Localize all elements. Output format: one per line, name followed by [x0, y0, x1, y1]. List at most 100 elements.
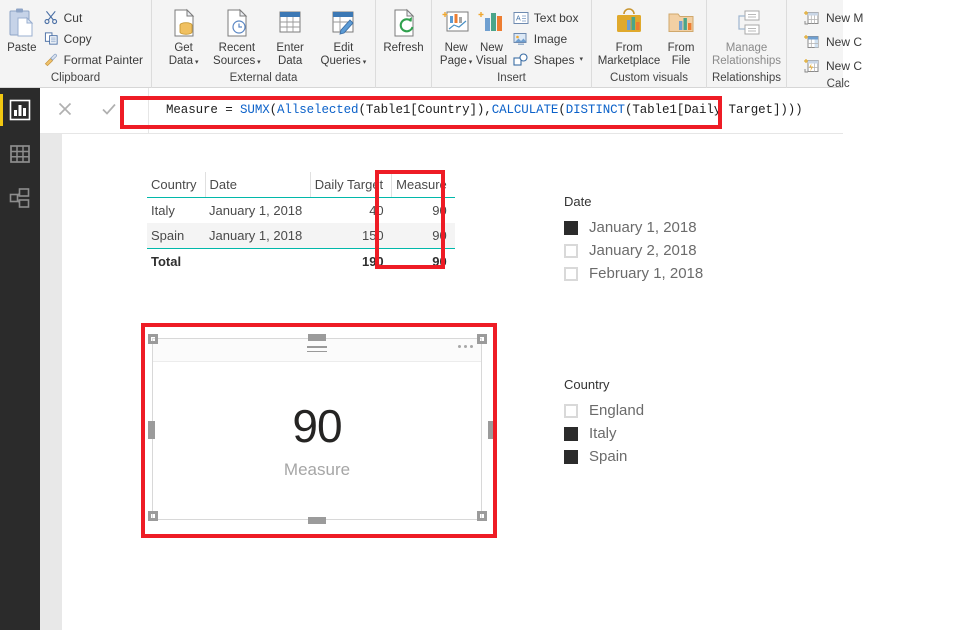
column-header-measure[interactable]: Measure — [391, 172, 455, 198]
manage-relationships-icon — [731, 6, 763, 40]
checkbox-checked[interactable] — [564, 220, 578, 235]
new-visual-button[interactable]: New Visual — [474, 4, 509, 67]
new-column-icon — [803, 34, 821, 50]
resize-handle-left[interactable] — [148, 421, 155, 439]
country-slicer-item-england[interactable]: England — [564, 399, 644, 422]
edit-queries-button[interactable]: Edit Queries ▾ — [318, 4, 369, 67]
resize-handle-bottom[interactable] — [308, 517, 326, 524]
manage-relationships-button[interactable]: Manage Relationships — [712, 4, 781, 67]
column-header-daily-target[interactable]: Daily Target — [309, 172, 392, 198]
new-measure-button[interactable]: New M — [801, 6, 865, 30]
date-slicer-item-jan-1[interactable]: January 1, 2018 — [564, 216, 703, 239]
image-icon — [513, 32, 529, 46]
chevron-down-icon[interactable]: ▾ — [255, 59, 261, 66]
recent-sources-icon — [223, 6, 251, 40]
resize-handle-right[interactable] — [488, 421, 495, 439]
close-x-icon[interactable] — [54, 98, 76, 120]
country-slicer-item-label: Italy — [589, 425, 617, 442]
new-page-line1: New — [444, 42, 468, 54]
column-header-country[interactable]: Country — [147, 172, 206, 198]
edit-queries-line1: Edit — [333, 42, 354, 54]
get-data-line1: Get — [174, 42, 193, 54]
new-measure-icon — [803, 10, 821, 26]
chevron-down-icon[interactable]: ▾ — [361, 59, 367, 66]
from-file-button[interactable]: From File — [662, 4, 700, 67]
from-marketplace-line1: From — [615, 42, 643, 54]
recent-sources-line1: Recent — [218, 42, 256, 54]
refresh-button[interactable]: Refresh — [382, 4, 425, 55]
total-daily-target: 190 — [310, 248, 392, 274]
card-visual[interactable]: 90 Measure — [152, 338, 482, 520]
text-box-button[interactable]: A Text box — [511, 7, 585, 28]
new-quick-measure-button[interactable]: New C — [801, 54, 865, 78]
new-page-button[interactable]: New Page ▾ — [438, 4, 474, 67]
chevron-down-icon[interactable]: ▾ — [467, 59, 473, 66]
checkbox-unchecked[interactable] — [564, 403, 578, 418]
resize-handle-bottom-right[interactable] — [477, 511, 487, 521]
ribbon-group-label-external-data: External data — [229, 72, 298, 84]
cut-button[interactable]: Cut — [42, 7, 145, 28]
sidebar-item-data-view[interactable] — [0, 132, 40, 176]
paste-button[interactable]: Paste — [6, 4, 38, 55]
date-slicer-title: Date — [564, 194, 592, 209]
column-header-date[interactable]: Date — [204, 172, 311, 198]
chevron-down-icon[interactable]: ▾ — [193, 59, 199, 66]
checkbox-unchecked[interactable] — [564, 243, 578, 258]
drag-handle-icon[interactable] — [307, 346, 327, 355]
formula-part-0: Measure = — [166, 103, 241, 117]
table-row[interactable]: Italy January 1, 2018 40 90 — [147, 198, 455, 224]
date-slicer-item-label: February 1, 2018 — [589, 265, 704, 282]
format-painter-button[interactable]: Format Painter — [42, 49, 145, 70]
chevron-down-icon[interactable]: ▾ — [579, 56, 583, 63]
cut-label: Cut — [63, 10, 83, 25]
marketplace-icon — [613, 6, 645, 40]
new-column-button[interactable]: New C — [801, 30, 865, 54]
edit-queries-icon — [329, 6, 357, 40]
table-row[interactable]: Spain January 1, 2018 150 90 — [147, 223, 455, 249]
from-file-line1: From — [667, 42, 695, 54]
new-page-line2: Page — [439, 54, 467, 67]
shapes-button[interactable]: Shapes ▾ — [511, 49, 585, 70]
resize-handle-bottom-left[interactable] — [148, 511, 158, 521]
country-slicer-item-label: Spain — [589, 448, 628, 465]
country-slicer[interactable]: Country England Italy Spain — [564, 377, 644, 468]
refresh-label: Refresh — [383, 42, 424, 54]
resize-handle-top[interactable] — [308, 334, 326, 341]
recent-sources-button[interactable]: Recent Sources ▾ — [211, 4, 262, 67]
copy-button[interactable]: Copy — [42, 28, 145, 49]
cell-country: Italy — [151, 203, 175, 218]
get-data-line2: Data — [168, 54, 194, 67]
date-slicer-item-label: January 2, 2018 — [589, 242, 697, 259]
dax-formula-input[interactable]: Measure = SUMX(Allselected (Table1[Countr… — [166, 88, 803, 132]
date-slicer-item-feb-1[interactable]: February 1, 2018 — [564, 262, 703, 285]
formula-part-4: (Table1[Country]), — [358, 103, 492, 117]
power-bi-window: Paste Cut Copy Format Painter Clipboard … — [0, 0, 955, 630]
sidebar-item-report-view[interactable] — [0, 88, 40, 132]
more-options-icon[interactable] — [458, 345, 473, 348]
sidebar-item-model-view[interactable] — [0, 176, 40, 220]
date-slicer[interactable]: Date January 1, 2018 January 2, 2018 Feb… — [564, 194, 703, 285]
country-slicer-item-italy[interactable]: Italy — [564, 422, 644, 445]
card-value: 90 — [292, 400, 342, 452]
checkbox-checked[interactable] — [564, 449, 578, 464]
from-marketplace-button[interactable]: From Marketplace — [598, 4, 660, 67]
date-slicer-item-jan-2[interactable]: January 2, 2018 — [564, 239, 703, 262]
checkbox-unchecked[interactable] — [564, 266, 578, 281]
image-button[interactable]: Image — [511, 28, 585, 49]
report-chart-icon — [9, 99, 31, 121]
get-data-button[interactable]: Get Data ▾ — [158, 4, 209, 67]
table-header-row: Country Date Daily Target Measure — [147, 172, 455, 198]
resize-handle-top-left[interactable] — [148, 334, 158, 344]
table-visual[interactable]: Country Date Daily Target Measure Italy … — [147, 172, 455, 274]
resize-handle-top-right[interactable] — [477, 334, 487, 344]
total-date — [205, 248, 311, 274]
country-slicer-item-spain[interactable]: Spain — [564, 445, 644, 468]
checkmark-icon[interactable] — [98, 98, 120, 120]
paste-icon — [7, 6, 37, 40]
cell-daily-target: 150 — [310, 223, 392, 249]
ribbon-group-insert: New Page ▾ New Visual A Text box Image S… — [432, 0, 592, 88]
ribbon-group-label-clipboard: Clipboard — [50, 72, 101, 84]
get-data-icon — [170, 6, 198, 40]
checkbox-checked[interactable] — [564, 426, 578, 441]
enter-data-button[interactable]: Enter Data — [265, 4, 316, 67]
